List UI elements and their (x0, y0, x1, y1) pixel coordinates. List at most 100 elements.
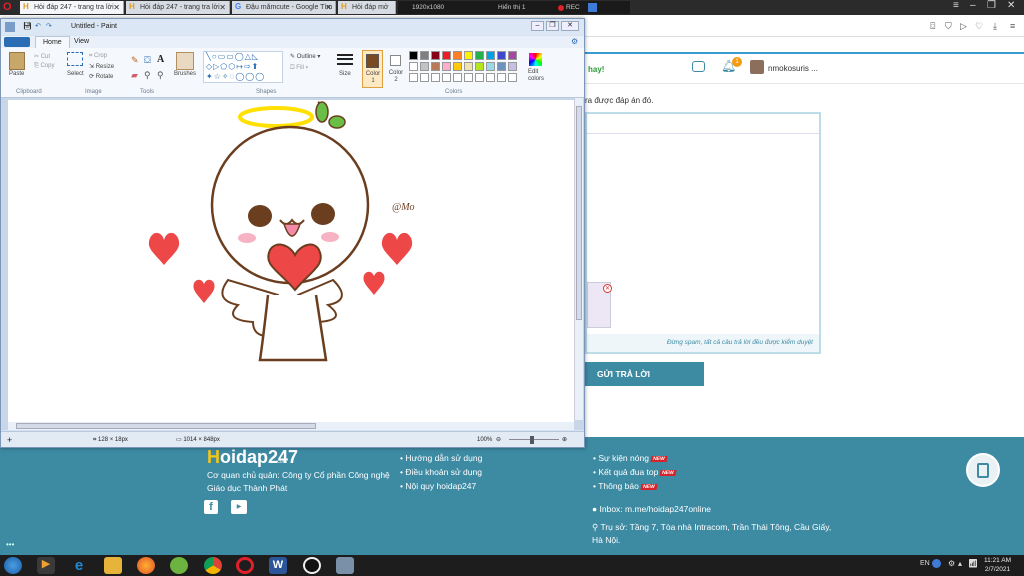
color2-selector[interactable]: Color 2 (386, 50, 406, 88)
tray-icon[interactable]: ⚙ (948, 559, 955, 568)
palette-swatch[interactable] (497, 51, 506, 60)
youtube-icon[interactable]: ▶ (231, 500, 247, 514)
close-tab-icon[interactable]: ✕ (113, 1, 120, 14)
signal-icon[interactable]: 📶︎ (968, 559, 978, 568)
stop-icon[interactable] (588, 3, 597, 12)
palette-swatch[interactable] (486, 62, 495, 71)
browser-tab[interactable]: H Hỏi đáp 247 - trang tra lời ✕ (20, 1, 124, 14)
palette-swatch-empty[interactable] (409, 73, 418, 82)
outline-dropdown[interactable]: ✎ Outline ▾ (290, 53, 320, 60)
palette-swatch[interactable] (464, 62, 473, 71)
footer-link[interactable]: • Nội quy hoidap247 (400, 481, 476, 491)
inbox-link[interactable]: ● Inbox: m.me/hoidap247online (592, 504, 711, 514)
browser-tab[interactable]: G Đậu mămcute - Google Tìm ✕ (232, 1, 336, 14)
paint-minimize-icon[interactable]: – (531, 21, 544, 31)
footer-link[interactable]: • Sự kiện nóng NEW (593, 453, 668, 463)
eraser-icon[interactable]: ▰ (131, 70, 138, 81)
palette-swatch-empty[interactable] (431, 73, 440, 82)
maximize-icon[interactable]: ❐ (987, 0, 996, 11)
footer-link[interactable]: • Thông báo NEW (593, 481, 658, 491)
palette-swatch[interactable] (475, 51, 484, 60)
more-dots-icon[interactable]: ••• (6, 540, 14, 549)
footer-link[interactable]: • Điều khoản sử dụng (400, 467, 482, 477)
zoom-slider-thumb[interactable] (530, 436, 534, 444)
color-picker-icon[interactable]: ⚲ (144, 70, 151, 81)
network-icon[interactable]: ▴ (958, 559, 962, 568)
fill-dropdown[interactable]: ⛋ Fill ▾ (290, 65, 308, 72)
paste-icon[interactable] (9, 52, 25, 70)
firefox-icon[interactable] (137, 557, 155, 574)
palette-swatch[interactable] (409, 51, 418, 60)
palette-swatch[interactable] (453, 62, 462, 71)
tab-view[interactable]: View (74, 36, 89, 48)
fill-icon[interactable]: ⛋ (144, 55, 151, 66)
redo-icon[interactable]: ↷ (46, 19, 52, 35)
app-icon[interactable] (170, 557, 188, 574)
cut-button[interactable]: ✂ Cut (34, 53, 50, 60)
palette-swatch-empty[interactable] (508, 73, 517, 82)
palette-swatch-empty[interactable] (453, 73, 462, 82)
paint-icon[interactable] (336, 557, 354, 574)
browser-tab[interactable]: H Hỏi đáp 247 - trang tra lời ✕ (126, 1, 230, 14)
horizontal-scrollbar[interactable] (8, 422, 574, 430)
paint-close-icon[interactable]: ✕ (561, 21, 579, 31)
submit-answer-button[interactable]: GỬI TRẢ LỜI (585, 362, 704, 386)
close-tab-icon[interactable]: ✕ (325, 1, 332, 14)
download-icon[interactable]: ⤓ (993, 21, 997, 32)
paint-app-icon[interactable] (5, 22, 15, 32)
chat-icon[interactable] (692, 61, 705, 72)
heart-icon[interactable]: ♡ (975, 21, 983, 32)
paint-maximize-icon[interactable]: ❐ (546, 21, 559, 31)
color1-selector[interactable]: Color 1 (362, 50, 383, 88)
copy-button[interactable]: ⎘ Copy (34, 63, 54, 70)
start-button-icon[interactable] (4, 557, 22, 574)
clock[interactable]: 11:21 AM 2/7/2021 (984, 556, 1011, 574)
drawing-canvas[interactable]: @Mo (8, 100, 574, 422)
record-button[interactable]: REC (566, 1, 580, 14)
palette-swatch[interactable] (508, 51, 517, 60)
select-button[interactable]: Select (67, 71, 84, 77)
language-indicator[interactable]: EN (920, 560, 930, 567)
footer-link[interactable]: • Kết quả đua top NEW (593, 467, 677, 477)
help-icon[interactable] (932, 559, 941, 568)
palette-swatch-empty[interactable] (464, 73, 473, 82)
feedback-icon[interactable] (966, 453, 1000, 487)
paste-button[interactable]: Paste (9, 71, 24, 77)
brushes-button[interactable]: Brushes (174, 71, 196, 77)
palette-swatch[interactable] (486, 51, 495, 60)
tab-home[interactable]: Home (35, 36, 70, 48)
palette-swatch[interactable] (431, 51, 440, 60)
size-icon[interactable] (337, 54, 353, 56)
opera-icon[interactable] (236, 557, 254, 574)
save-icon[interactable]: 💾︎ (23, 19, 32, 35)
magnifier-icon[interactable]: ⚲ (157, 70, 164, 81)
palette-swatch-empty[interactable] (420, 73, 429, 82)
file-explorer-icon[interactable] (104, 557, 122, 574)
size-button[interactable]: Size (339, 71, 351, 77)
shield-icon[interactable]: ⛉ (945, 21, 952, 32)
facebook-icon[interactable]: f (204, 500, 218, 514)
horizontal-scroll-thumb[interactable] (16, 423, 316, 429)
brushes-icon[interactable] (176, 52, 194, 70)
remove-image-icon[interactable]: ✕ (603, 284, 612, 293)
palette-swatch-empty[interactable] (497, 73, 506, 82)
media-player-icon[interactable]: ▶ (37, 557, 55, 574)
file-menu-button[interactable] (4, 37, 30, 47)
text-icon[interactable]: A (157, 54, 164, 65)
palette-swatch[interactable] (442, 51, 451, 60)
menu-icon[interactable]: ≡ (1010, 21, 1015, 31)
palette-swatch[interactable] (475, 62, 484, 71)
palette-swatch[interactable] (431, 62, 440, 71)
edit-colors-icon[interactable] (529, 53, 542, 66)
camera-icon[interactable]: ⌼ (930, 21, 935, 32)
select-icon[interactable] (67, 52, 83, 66)
rotate-button[interactable]: ⟳ Rotate (89, 73, 113, 80)
help-icon[interactable]: ⚙ (571, 37, 578, 46)
palette-swatch-empty[interactable] (475, 73, 484, 82)
avatar[interactable] (750, 60, 764, 74)
pencil-icon[interactable]: ✎ (131, 55, 139, 66)
browser-menu-icon[interactable]: ≡ (953, 0, 959, 11)
edit-colors-button[interactable]: Edit colors (528, 69, 546, 83)
palette-swatch[interactable] (464, 51, 473, 60)
palette-swatch-empty[interactable] (486, 73, 495, 82)
